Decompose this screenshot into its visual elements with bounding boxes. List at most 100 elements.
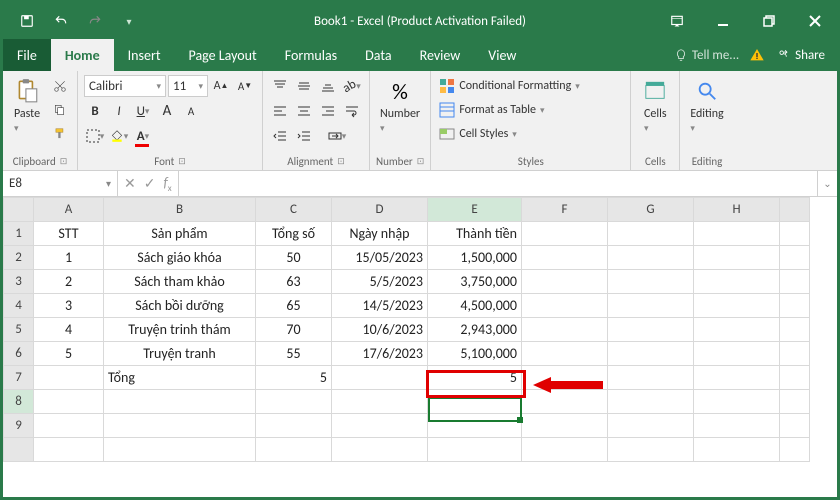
cell[interactable] — [34, 366, 104, 390]
cell[interactable] — [780, 438, 810, 462]
align-center-button[interactable] — [293, 100, 315, 122]
font-size-select[interactable]: 11▾ — [168, 75, 208, 97]
row-header-2[interactable]: 2 — [4, 246, 34, 270]
cell[interactable] — [694, 414, 780, 438]
cell[interactable] — [694, 342, 780, 366]
cell[interactable]: 14/5/2023 — [332, 294, 428, 318]
cell[interactable] — [332, 390, 428, 414]
cell[interactable] — [332, 438, 428, 462]
cell[interactable] — [608, 294, 694, 318]
cell[interactable] — [608, 366, 694, 390]
format-as-table-button[interactable]: Format as Table ▾ — [437, 99, 624, 121]
cell[interactable] — [522, 246, 608, 270]
cell[interactable] — [34, 438, 104, 462]
cell-E8-active[interactable] — [428, 390, 522, 414]
cell[interactable] — [780, 246, 810, 270]
align-right-button[interactable] — [317, 100, 339, 122]
font-color-button[interactable]: A▾ — [132, 125, 154, 147]
redo-button[interactable] — [79, 7, 111, 35]
tab-formulas[interactable]: Formulas — [271, 39, 351, 71]
row-header-8[interactable]: 8 — [4, 390, 34, 414]
format-painter-button[interactable] — [49, 123, 71, 145]
cell[interactable] — [694, 390, 780, 414]
enter-formula-button[interactable]: ✓ — [144, 175, 156, 192]
cell[interactable] — [104, 438, 256, 462]
cell[interactable]: 63 — [256, 270, 332, 294]
cell[interactable]: Sản phẩm — [104, 222, 256, 246]
cell[interactable]: 4 — [34, 318, 104, 342]
cell[interactable] — [780, 414, 810, 438]
align-bottom-button[interactable] — [317, 75, 339, 97]
cell[interactable] — [256, 414, 332, 438]
cell[interactable] — [608, 438, 694, 462]
conditional-formatting-button[interactable]: Conditional Formatting ▾ — [437, 75, 624, 97]
cell[interactable]: 1,500,000 — [428, 246, 522, 270]
cell[interactable] — [694, 294, 780, 318]
cells-button[interactable]: Cells▾ — [637, 75, 673, 137]
undo-button[interactable] — [45, 7, 77, 35]
cell-styles-button[interactable]: Cell Styles ▾ — [437, 123, 624, 145]
cell[interactable] — [256, 438, 332, 462]
cell[interactable] — [428, 438, 522, 462]
tab-view[interactable]: View — [474, 39, 530, 71]
cell[interactable]: Sách bồi dưỡng — [104, 294, 256, 318]
col-header-G[interactable]: G — [608, 198, 694, 222]
cell[interactable] — [608, 222, 694, 246]
cell[interactable] — [608, 318, 694, 342]
tell-me-search[interactable]: Tell me... — [674, 48, 739, 63]
cell[interactable] — [332, 366, 428, 390]
fill-color-button[interactable]: ▾ — [108, 125, 130, 147]
minimize-button[interactable] — [701, 3, 745, 39]
cell[interactable] — [104, 390, 256, 414]
cell[interactable]: 5 — [34, 342, 104, 366]
cell[interactable] — [608, 390, 694, 414]
font-grow-button[interactable]: A — [156, 100, 178, 122]
bold-button[interactable]: B — [84, 100, 106, 122]
cell[interactable] — [522, 294, 608, 318]
col-header-F[interactable]: F — [522, 198, 608, 222]
editing-button[interactable]: Editing▾ — [686, 75, 727, 137]
cell[interactable]: Ngày nhập — [332, 222, 428, 246]
cell[interactable] — [522, 414, 608, 438]
col-header-D[interactable]: D — [332, 198, 428, 222]
cell[interactable]: Sách giáo khóa — [104, 246, 256, 270]
cell[interactable] — [608, 246, 694, 270]
cell[interactable]: 3,750,000 — [428, 270, 522, 294]
cell[interactable]: 5 — [428, 366, 522, 390]
cell[interactable] — [694, 222, 780, 246]
wrap-text-button[interactable] — [341, 100, 363, 122]
align-top-button[interactable] — [269, 75, 291, 97]
col-header-A[interactable]: A — [34, 198, 104, 222]
col-header-C[interactable]: C — [256, 198, 332, 222]
row-header-6[interactable]: 6 — [4, 342, 34, 366]
cell[interactable] — [608, 342, 694, 366]
number-format-button[interactable]: % Number▾ — [376, 75, 424, 137]
col-header-end[interactable] — [780, 198, 810, 222]
cell[interactable] — [522, 270, 608, 294]
cell[interactable] — [780, 270, 810, 294]
paste-button[interactable]: Paste▾ — [9, 75, 45, 137]
cell[interactable]: Tổng số — [256, 222, 332, 246]
border-button[interactable]: ▾ — [84, 125, 106, 147]
tab-data[interactable]: Data — [351, 39, 405, 71]
cell[interactable] — [780, 366, 810, 390]
cell[interactable] — [780, 222, 810, 246]
cell[interactable]: 17/6/2023 — [332, 342, 428, 366]
orientation-button[interactable]: ab▾ — [341, 75, 363, 97]
col-header-B[interactable]: B — [104, 198, 256, 222]
cut-button[interactable] — [49, 75, 71, 97]
cell[interactable]: 5/5/2023 — [332, 270, 428, 294]
cell[interactable]: 55 — [256, 342, 332, 366]
cell[interactable]: Sách tham khảo — [104, 270, 256, 294]
row-header-10[interactable] — [4, 438, 34, 462]
restore-button[interactable] — [747, 3, 791, 39]
cell[interactable] — [694, 246, 780, 270]
row-header-9[interactable]: 9 — [4, 414, 34, 438]
row-header-7[interactable]: 7 — [4, 366, 34, 390]
increase-indent-button[interactable] — [293, 125, 315, 147]
cell[interactable]: 15/05/2023 — [332, 246, 428, 270]
cell[interactable]: Tổng — [104, 366, 256, 390]
cell[interactable]: 4,500,000 — [428, 294, 522, 318]
expand-formula-bar-button[interactable]: ⌄ — [817, 171, 837, 196]
tab-review[interactable]: Review — [406, 39, 475, 71]
